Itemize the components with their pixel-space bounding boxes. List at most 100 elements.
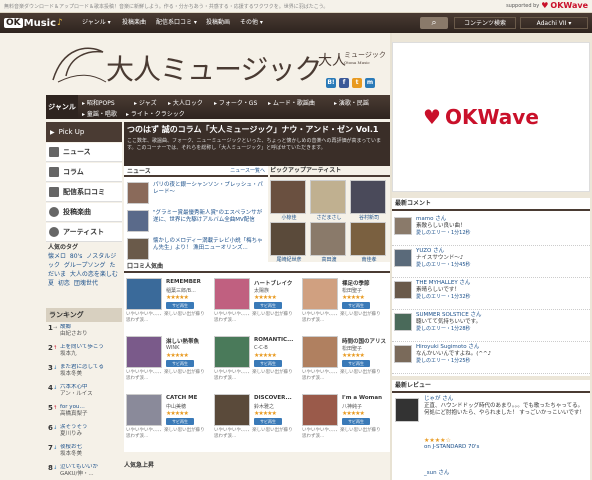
- ranking-title-link[interactable]: 夜桜お七: [60, 444, 122, 451]
- ranking-row[interactable]: 1 → 故郷 由紀さおり: [46, 324, 122, 344]
- nav-posted-videos[interactable]: 投稿動画: [206, 17, 230, 29]
- artist-photo[interactable]: [310, 180, 346, 214]
- album-card[interactable]: ROMANTIC... C-C-B ★★★★★ サビ再生 いやいやいや、、、、楽しい思い…: [212, 334, 300, 392]
- user-menu[interactable]: Adachi VII ▾: [520, 17, 588, 29]
- play-sample-button[interactable]: サビ再生: [342, 360, 370, 367]
- album-title[interactable]: ROMANTIC...: [254, 337, 293, 343]
- genre-adult-rock[interactable]: ▸ 大人ロック: [168, 98, 203, 107]
- search-icon[interactable]: ⌕: [420, 17, 448, 29]
- ranking-title-link[interactable]: 上を向いて歩こう: [60, 344, 122, 351]
- artist-photo[interactable]: [350, 222, 386, 256]
- album-artist[interactable]: 鈴木雅之: [254, 403, 274, 410]
- review-item[interactable]: じゃが さん 正直、ハウンドドッグ時代のあまり。。。でも歌ったちゃってる。 何処…: [392, 394, 590, 474]
- album-card[interactable]: 淋しい熱帯魚 WINK ★★★★★ サビ再生 いやいやいや、、、、楽しい思い出が蘇り 思…: [124, 334, 212, 392]
- ranking-artist[interactable]: アン・ルイス: [60, 391, 122, 398]
- comment-item[interactable]: THE MYHALLEY さん 素晴らしいです！ 愛しのエリー・1分32秒: [392, 278, 590, 310]
- album-title[interactable]: REMEMBER: [166, 279, 201, 285]
- comment-user[interactable]: mamo さん: [416, 216, 446, 223]
- okwave-ad-logo[interactable]: ♥ OKWave: [423, 105, 539, 129]
- ranking-row[interactable]: 5 ↑ for you… 高橋真梨子: [46, 404, 122, 424]
- album-cover[interactable]: [214, 336, 250, 368]
- artist-name[interactable]: 小椋佳: [270, 214, 308, 221]
- comment-user[interactable]: THE MYHALLEY さん: [416, 280, 470, 287]
- album-cover[interactable]: [302, 278, 338, 310]
- comment-meta[interactable]: 愛しのエリー・1分12秒: [416, 230, 471, 237]
- ranking-row[interactable]: 4 ↓ 六本木心中 アン・ルイス: [46, 384, 122, 404]
- news-item-text[interactable]: パリの夜と銀ーシャンソン・プレッシュ・パレード～: [153, 182, 265, 196]
- avatar[interactable]: [394, 281, 412, 299]
- avatar[interactable]: [394, 345, 412, 363]
- genre-showa-pops[interactable]: ▸ 昭和POPS: [82, 98, 115, 107]
- album-title[interactable]: 淋しい熱帯魚: [166, 337, 199, 345]
- ranking-row[interactable]: 7 ↓ 夜桜お七 坂本冬美: [46, 444, 122, 464]
- comment-user[interactable]: YUZO さん: [416, 248, 444, 255]
- play-sample-button[interactable]: サビ再生: [166, 302, 194, 309]
- tag-cloud[interactable]: 懐メロ 80's ノスタルジック グループソング ただいま 大人の恋を楽しむ 夏…: [48, 252, 120, 288]
- avatar[interactable]: [394, 217, 412, 235]
- album-cover[interactable]: [214, 394, 250, 426]
- sidebar-item-reviews[interactable]: 配信系口コミ: [46, 183, 122, 202]
- ranking-title-link[interactable]: 六本木心中: [60, 384, 122, 391]
- sidebar-item-news[interactable]: ニュース: [46, 143, 122, 162]
- news-item-text[interactable]: 懐かしのメロディー満載テレビ小説「梅ちゃん先生」より！ 漁田ニューオリンズ...: [153, 238, 265, 252]
- comment-user[interactable]: SUMMER SOLSTICE さん: [416, 312, 481, 319]
- ranking-artist[interactable]: 坂本冬美: [60, 371, 122, 378]
- album-title[interactable]: ハートブレイク: [254, 279, 292, 287]
- artist-card[interactable]: 小椋佳: [270, 180, 308, 221]
- album-title[interactable]: DISCOVER...: [254, 395, 292, 401]
- mixi-icon[interactable]: m: [365, 78, 375, 88]
- artist-card[interactable]: 尾崎紀世彦: [270, 222, 308, 263]
- comment-item[interactable]: YUZO さん ナイスサウンド～♪ 愛しのエリー・1分45秒: [392, 246, 590, 278]
- play-sample-button[interactable]: サビ再生: [254, 360, 282, 367]
- comment-meta[interactable]: 愛しのエリー・1分25秒: [416, 358, 471, 365]
- genre-enka-minyo[interactable]: ▸ 演歌・民謡: [334, 98, 369, 107]
- news-more-link[interactable]: ニュース一覧へ: [230, 167, 265, 174]
- album-title[interactable]: 裸足の季節: [342, 279, 370, 287]
- album-artist[interactable]: 稲葉三郎/B...: [166, 287, 196, 294]
- avatar[interactable]: [394, 249, 412, 267]
- twitter-icon[interactable]: t: [352, 78, 362, 88]
- album-title[interactable]: I'm a Woman: [342, 395, 382, 401]
- artist-photo[interactable]: [350, 180, 386, 214]
- review-user[interactable]: じゃが さん: [424, 396, 453, 403]
- album-card[interactable]: I'm a Woman 八神純子 ★★★★★ サビ再生 いやいやいや、、、、楽しい思い出…: [300, 392, 388, 450]
- album-artist[interactable]: 中山美穂: [166, 403, 186, 410]
- sidebar-item-column[interactable]: コラム: [46, 163, 122, 182]
- review-item[interactable]: _sun さん: [392, 468, 590, 480]
- nav-reviews[interactable]: 配信系口コミ ▾: [156, 17, 197, 29]
- nav-other[interactable]: その他 ▾: [240, 17, 263, 29]
- comment-meta[interactable]: 愛しのエリー・1分45秒: [416, 262, 471, 269]
- album-artist[interactable]: 八神純子: [342, 403, 362, 410]
- play-sample-button[interactable]: サビ再生: [254, 418, 282, 425]
- supported-by[interactable]: supported by ♥ OKWave: [506, 1, 588, 10]
- genre-light-classic[interactable]: ▸ ライト・クラシック: [126, 109, 185, 118]
- play-sample-button[interactable]: サビ再生: [254, 302, 282, 309]
- ranking-row[interactable]: 8 ↓ 泣いてもいいか GAKU/伸・...: [46, 464, 122, 480]
- ranking-row[interactable]: 3 ↓ また君に恋してる 坂本冬美: [46, 364, 122, 384]
- news-item[interactable]: "グラミー賞最優秀新人賞"のエスペランサが遂に、世界に先駆けアルバム全曲MV配信: [127, 208, 265, 236]
- genre-mood-kayo[interactable]: ▸ ムード・歌謡曲: [268, 98, 315, 107]
- album-title[interactable]: 時間の国のアリス: [342, 337, 386, 345]
- ranking-artist[interactable]: 夏川りみ: [60, 431, 122, 438]
- news-item[interactable]: 懐かしのメロディー満載テレビ小説「梅ちゃん先生」より！ 漁田ニューオリンズ...: [127, 236, 265, 264]
- pickup-button[interactable]: ▶ Pick Up: [46, 122, 122, 142]
- album-card[interactable]: CATCH ME 中山美穂 ★★★★★ サビ再生 いやいやいや、、、、楽しい思い出が蘇り…: [124, 392, 212, 450]
- artist-card[interactable]: 高田渡: [310, 222, 348, 263]
- ranking-title-link[interactable]: また君に恋してる: [60, 364, 122, 371]
- artist-photo[interactable]: [270, 180, 306, 214]
- ranking-artist[interactable]: 高橋真梨子: [60, 411, 122, 418]
- okwave-ad[interactable]: ♥ OKWave: [392, 42, 590, 192]
- avatar[interactable]: [394, 313, 412, 331]
- ranking-title-link[interactable]: for you…: [60, 404, 122, 411]
- album-cover[interactable]: [302, 336, 338, 368]
- album-card[interactable]: ハートブレイク 太陽族 ★★★★★ サビ再生 いやいやいや、、、、楽しい思い出が蘇り 思…: [212, 276, 300, 334]
- genre-jazz[interactable]: ▸ ジャズ: [134, 98, 157, 107]
- album-card[interactable]: DISCOVER... 鈴木雅之 ★★★★★ サビ再生 いやいやいや、、、、楽しい思い出…: [212, 392, 300, 450]
- ranking-artist[interactable]: 坂本冬美: [60, 451, 122, 458]
- album-artist[interactable]: 松田聖子: [342, 287, 362, 294]
- comment-user[interactable]: Hiroyuki Sugimoto さん: [416, 344, 479, 351]
- album-card[interactable]: 時間の国のアリス 松田聖子 ★★★★★ サビ再生 いやいやいや、、、、楽しい思い出が蘇り…: [300, 334, 388, 392]
- artist-name[interactable]: 谷村新司: [350, 214, 388, 221]
- ranking-artist[interactable]: 由紀さおり: [60, 331, 122, 338]
- play-sample-button[interactable]: サビ再生: [166, 360, 194, 367]
